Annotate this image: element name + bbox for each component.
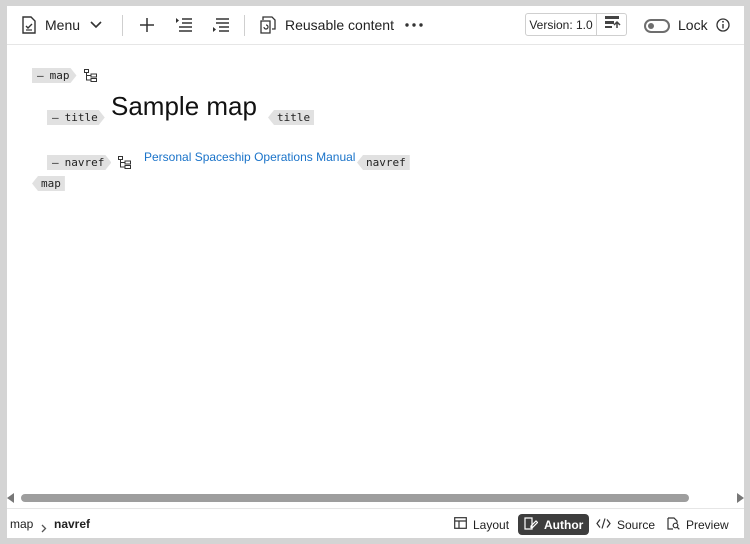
- info-button[interactable]: [715, 6, 731, 44]
- breadcrumb-map[interactable]: map: [10, 509, 33, 538]
- toolbar-divider: [244, 15, 245, 36]
- version-label[interactable]: Version: 1.0: [526, 14, 597, 35]
- info-icon: [716, 18, 730, 32]
- insert-button[interactable]: [137, 6, 157, 44]
- menu-label: Menu: [45, 17, 81, 33]
- preview-label: Preview: [686, 517, 729, 532]
- version-control: Version: 1.0: [525, 13, 627, 36]
- structure-tree-icon[interactable]: [118, 156, 131, 174]
- scrollbar-thumb[interactable]: [21, 494, 689, 502]
- plus-icon: [140, 18, 154, 32]
- author-view-button[interactable]: Author: [518, 514, 590, 535]
- map-close-tag[interactable]: map: [32, 176, 65, 191]
- insert-element-before-button[interactable]: [174, 6, 194, 44]
- map-title[interactable]: Sample map: [111, 91, 257, 121]
- structure-tree-icon[interactable]: [84, 69, 97, 87]
- title-tag-label: title: [64, 111, 98, 124]
- layout-label: Layout: [473, 517, 510, 532]
- breadcrumb-navref[interactable]: navref: [54, 509, 90, 538]
- navref-open-tag[interactable]: — navref: [47, 155, 111, 170]
- reusable-content-icon: [259, 16, 277, 34]
- collapse-dash[interactable]: —: [52, 156, 59, 169]
- more-options-button[interactable]: [403, 6, 425, 44]
- collapse-dash[interactable]: —: [37, 69, 44, 82]
- navref-tag-label: navref: [64, 156, 105, 169]
- insert-element-after-button[interactable]: [211, 6, 231, 44]
- version-history-button[interactable]: [597, 14, 626, 35]
- scroll-right-arrow[interactable]: [737, 493, 744, 503]
- title-tag-label: title: [277, 111, 311, 124]
- code-icon: [596, 517, 617, 532]
- chevron-right-icon: [41, 520, 47, 538]
- lock-label: Lock: [678, 17, 708, 33]
- insert-before-icon: [175, 17, 193, 33]
- map-tag-label: map: [41, 177, 61, 190]
- preview-icon: [667, 516, 686, 533]
- title-open-tag[interactable]: — title: [47, 110, 105, 125]
- map-open-tag[interactable]: — map: [32, 68, 77, 83]
- reusable-content-label: Reusable content: [285, 17, 394, 33]
- toggle-knob: [648, 23, 654, 29]
- more-icon: [405, 23, 423, 27]
- toolbar: Menu Reusable content Version: 1.0 Lock: [7, 6, 744, 45]
- navref-tag-label: navref: [366, 156, 406, 169]
- map-tag-label: map: [49, 69, 70, 82]
- horizontal-scrollbar[interactable]: [7, 491, 744, 505]
- title-close-tag[interactable]: title: [268, 110, 315, 125]
- menu-button[interactable]: Menu: [21, 6, 102, 44]
- navref-close-tag[interactable]: navref: [357, 155, 410, 170]
- editor-window: Menu Reusable content Version: 1.0 Lock …: [7, 6, 744, 538]
- lock-toggle[interactable]: [644, 19, 670, 33]
- reusable-content-button[interactable]: Reusable content: [259, 6, 394, 44]
- insert-after-icon: [212, 17, 230, 33]
- toolbar-divider: [122, 15, 123, 36]
- author-label: Author: [544, 517, 584, 532]
- source-label: Source: [617, 517, 656, 532]
- source-view-button[interactable]: Source: [590, 514, 661, 535]
- chevron-down-icon[interactable]: [90, 21, 102, 29]
- document-check-icon: [21, 16, 37, 34]
- layout-view-button[interactable]: Layout: [448, 514, 515, 535]
- preview-view-button[interactable]: Preview: [661, 514, 735, 535]
- version-history-icon: [603, 14, 621, 35]
- author-edit-icon: [524, 516, 544, 533]
- layout-icon: [454, 517, 473, 532]
- status-bar: map navref Layout Author Source Preview: [7, 508, 744, 538]
- collapse-dash[interactable]: —: [52, 111, 59, 124]
- scroll-left-arrow[interactable]: [7, 493, 14, 503]
- navref-link[interactable]: Personal Spaceship Operations Manual: [144, 150, 355, 164]
- editor-content: — map — title Sample map title — navref …: [7, 45, 744, 491]
